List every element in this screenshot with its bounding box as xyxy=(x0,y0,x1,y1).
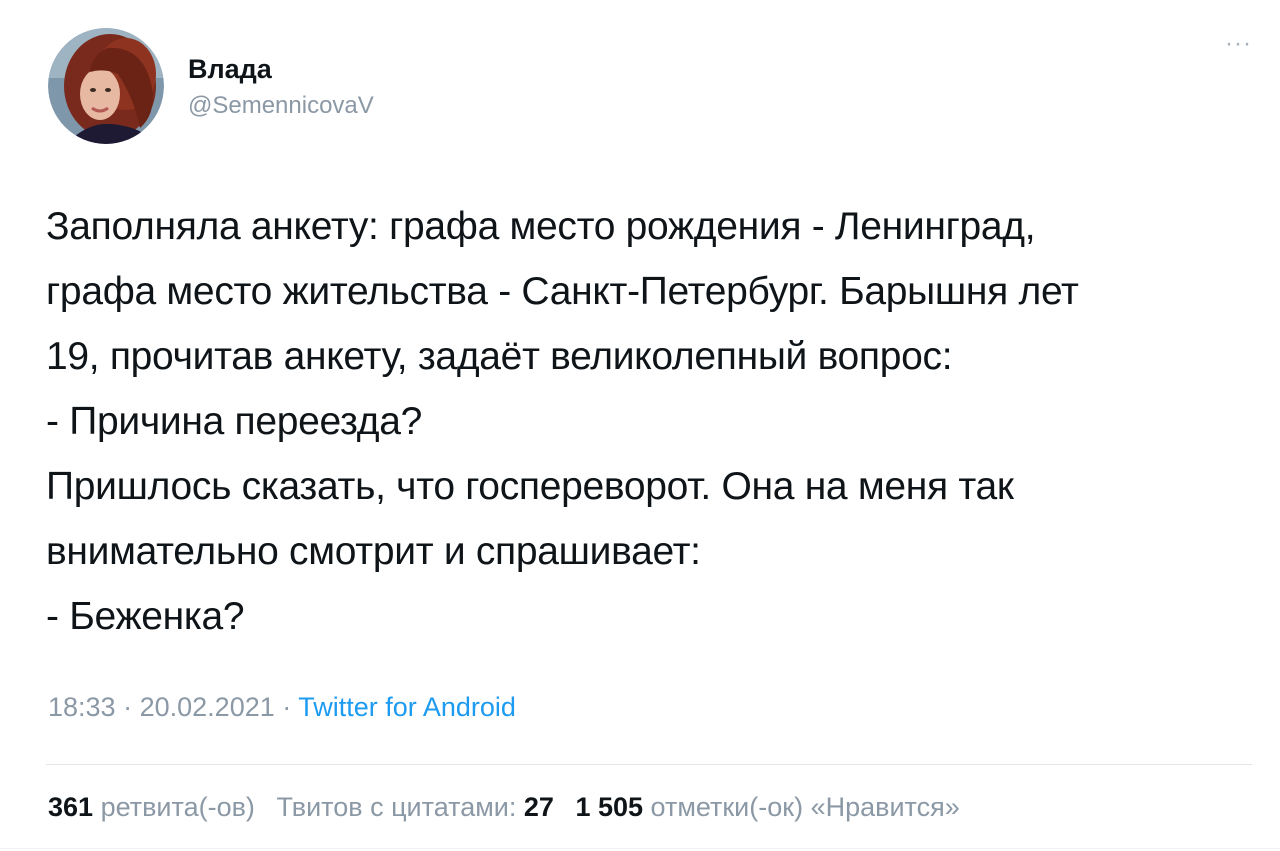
quotes-count: 27 xyxy=(523,792,554,822)
user-handle[interactable]: @SemennicovaV xyxy=(188,90,374,122)
retweets-count: 361 xyxy=(48,792,94,822)
likes-count: 1 505 xyxy=(575,792,644,822)
avatar[interactable] xyxy=(48,28,164,144)
divider xyxy=(46,764,1252,765)
tweet-line: Пришлось сказать, что госпереворот. Она … xyxy=(46,465,1014,508)
tweet-line: Заполняла анкету: графа место рождения -… xyxy=(46,205,1036,248)
quotes-stat[interactable]: Твитов с цитатами: 27 xyxy=(276,792,553,822)
tweet-line: - Причина переезда? xyxy=(46,400,422,443)
tweet-line: графа место жительства - Санкт-Петербург… xyxy=(46,270,1079,313)
tweet-stats: 361 ретвита(-ов) Твитов с цитатами: 27 1… xyxy=(48,792,974,823)
tweet-line: 19, прочитав анкету, задаёт великолепный… xyxy=(46,335,953,378)
user-names: Влада @SemennicovaV xyxy=(188,52,374,122)
retweets-stat[interactable]: 361 ретвита(-ов) xyxy=(48,792,255,822)
more-dots-icon[interactable]: ··· xyxy=(1225,30,1252,58)
retweets-label: ретвита(-ов) xyxy=(100,792,255,822)
tweet-line: внимательно смотрит и спрашивает: xyxy=(46,530,701,573)
tweet-time[interactable]: 18:33 xyxy=(48,692,116,722)
tweet-line: - Беженка? xyxy=(46,595,245,638)
tweet-meta: 18:33 · 20.02.2021 · Twitter for Android xyxy=(48,692,516,723)
tweet-date[interactable]: 20.02.2021 xyxy=(140,692,275,722)
tweet-header: Влада @SemennicovaV xyxy=(48,28,1280,148)
tweet-text: Заполняла анкету: графа место рождения -… xyxy=(46,194,1266,649)
meta-separator: · xyxy=(123,692,133,722)
display-name[interactable]: Влада xyxy=(188,52,374,86)
meta-separator: · xyxy=(282,692,292,722)
divider xyxy=(0,848,1280,849)
likes-stat[interactable]: 1 505 отметки(-ок) «Нравится» xyxy=(575,792,959,822)
quotes-label: Твитов с цитатами: xyxy=(276,792,517,822)
likes-label: отметки(-ок) «Нравится» xyxy=(650,792,960,822)
tweet-source-link[interactable]: Twitter for Android xyxy=(298,692,516,722)
